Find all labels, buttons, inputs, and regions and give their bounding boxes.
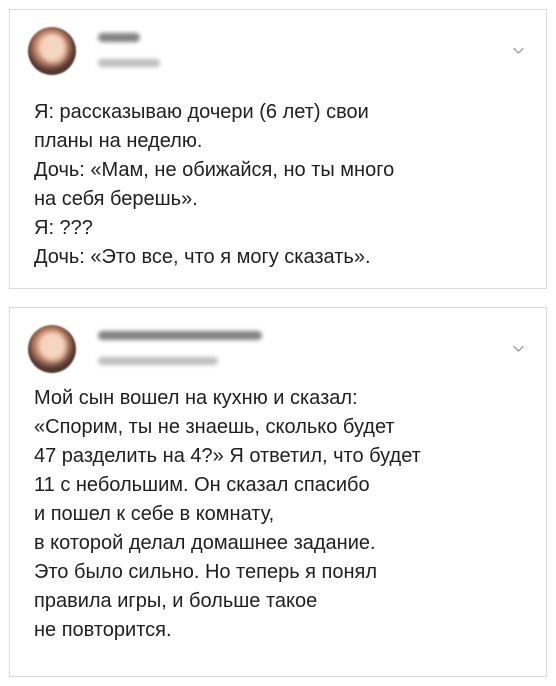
- post-card-1: Я: рассказываю дочери (6 лет) свои планы…: [9, 9, 547, 289]
- chevron-down-icon[interactable]: [513, 45, 524, 56]
- post-text: Я: рассказываю дочери (6 лет) свои планы…: [34, 101, 395, 268]
- avatar[interactable]: [28, 325, 76, 373]
- chevron-down-icon[interactable]: [513, 343, 524, 354]
- author-handle-blurred[interactable]: [98, 59, 160, 67]
- post-card-2: Мой сын вошел на кухню и сказал: «Спорим…: [9, 307, 547, 677]
- author-handle-blurred[interactable]: [98, 357, 218, 365]
- author-name-blurred[interactable]: [98, 33, 140, 42]
- author-name-blurred[interactable]: [98, 331, 262, 340]
- avatar[interactable]: [28, 27, 76, 75]
- post-text: Мой сын вошел на кухню и сказал: «Спорим…: [34, 387, 421, 641]
